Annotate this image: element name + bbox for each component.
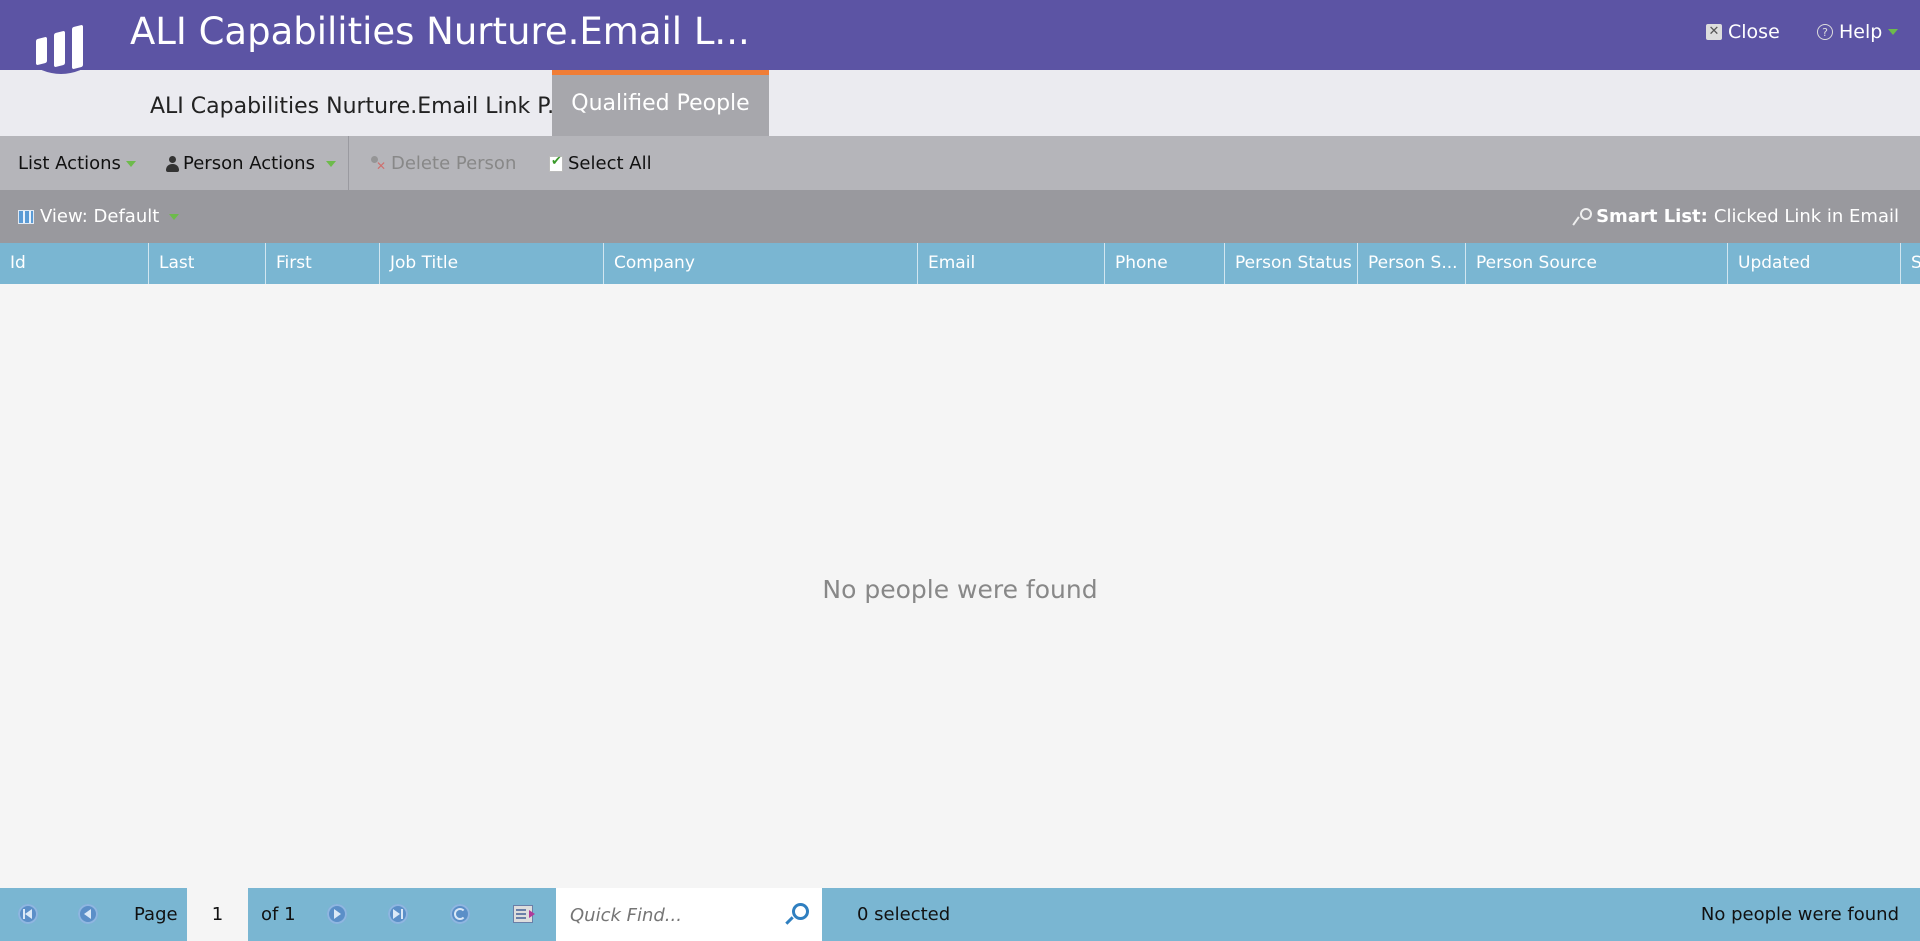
help-label: Help [1839, 21, 1883, 43]
refresh-icon[interactable] [450, 904, 470, 924]
app-header: ALI Capabilities Nurture.Email L... ✕ Cl… [0, 0, 1920, 70]
next-page-icon[interactable] [327, 904, 347, 924]
help-button[interactable]: ? Help [1817, 21, 1899, 43]
person-actions-button[interactable]: Person Actions [166, 153, 336, 174]
column-header-first[interactable]: First [265, 243, 379, 284]
empty-grid-message: No people were found [822, 575, 1098, 604]
smart-list-link[interactable]: Smart List: Clicked Link in Email [1572, 206, 1899, 227]
last-page-icon[interactable] [388, 904, 408, 924]
grid-column-header: Id Last First Job Title Company Email Ph… [0, 243, 1920, 284]
view-selector[interactable]: View: Default [18, 206, 180, 227]
quick-find-box [556, 888, 822, 941]
smart-list-label: Smart List: [1596, 206, 1708, 227]
prev-page-icon[interactable] [78, 904, 98, 924]
chevron-down-icon [169, 213, 180, 220]
help-icon: ? [1817, 24, 1833, 40]
delete-person-label: Delete Person [391, 153, 517, 174]
person-icon [166, 155, 179, 172]
column-header-id[interactable]: Id [0, 243, 148, 284]
select-all-label: Select All [568, 153, 652, 174]
status-text: No people were found [1700, 904, 1899, 925]
column-header-email[interactable]: Email [917, 243, 1104, 284]
quick-find-input[interactable] [568, 902, 772, 928]
toolbar: List Actions Person Actions Delete Perso… [0, 136, 1920, 190]
column-header-s[interactable]: S [1900, 243, 1920, 284]
pagination-bar: Page of 1 0 selected No people were foun… [0, 888, 1920, 941]
chevron-down-icon [125, 160, 136, 167]
page-number-input[interactable] [187, 888, 248, 941]
search-icon[interactable] [786, 903, 809, 925]
column-chooser-icon[interactable] [513, 905, 535, 923]
smart-list-value: Clicked Link in Email [1713, 206, 1899, 227]
chevron-down-icon [1888, 29, 1899, 35]
column-header-job-title[interactable]: Job Title [379, 243, 603, 284]
close-button[interactable]: ✕ Close [1706, 21, 1780, 43]
column-header-phone[interactable]: Phone [1104, 243, 1224, 284]
column-header-last[interactable]: Last [148, 243, 265, 284]
selected-count: 0 selected [857, 904, 951, 925]
close-label: Close [1728, 21, 1780, 43]
list-actions-button[interactable]: List Actions [18, 153, 136, 174]
close-icon: ✕ [1706, 24, 1722, 40]
app-title: ALI Capabilities Nurture.Email L... [130, 10, 750, 53]
view-bar: View: Default Smart List: Clicked Link i… [0, 190, 1920, 243]
delete-person-icon [368, 155, 386, 173]
column-header-person-source[interactable]: Person Source [1465, 243, 1727, 284]
column-header-updated[interactable]: Updated [1727, 243, 1900, 284]
grid-view-icon [18, 209, 34, 224]
smart-list-key-icon [1572, 207, 1593, 226]
select-all-button[interactable]: Select All [549, 153, 652, 174]
person-actions-label: Person Actions [183, 153, 315, 174]
page-label: Page [134, 904, 178, 925]
chevron-down-icon [325, 160, 336, 167]
first-page-icon[interactable] [18, 904, 38, 924]
tab-qualified-people[interactable]: Qualified People [552, 70, 769, 136]
column-header-person-status[interactable]: Person Status [1224, 243, 1357, 284]
column-header-person-s[interactable]: Person S... [1357, 243, 1465, 284]
tab-strip: ALI Capabilities Nurture.Email Link P...… [0, 70, 1920, 136]
checkbox-icon [549, 154, 563, 172]
page-count-label: of 1 [261, 904, 296, 925]
column-header-company[interactable]: Company [603, 243, 917, 284]
list-actions-label: List Actions [18, 153, 121, 174]
delete-person-button[interactable]: Delete Person [368, 153, 516, 174]
toolbar-divider [348, 136, 349, 190]
tab-smart-list[interactable]: ALI Capabilities Nurture.Email Link P... [150, 94, 568, 119]
view-label: View: Default [40, 206, 160, 227]
